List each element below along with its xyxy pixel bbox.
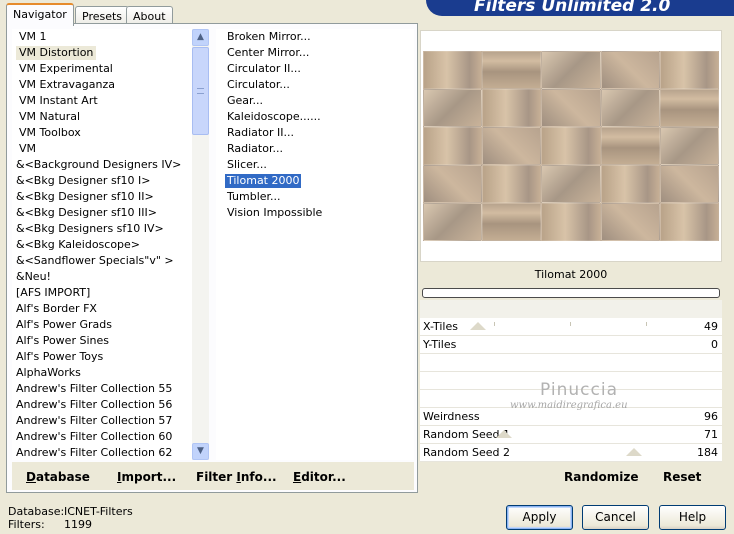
cancel-button[interactable]: Cancel	[582, 505, 649, 530]
filter-item[interactable]: Slicer...	[216, 157, 414, 173]
filter-item[interactable]: Kaleidoscope......	[216, 109, 414, 125]
category-item[interactable]: &<Bkg Designer sf10 III>	[12, 205, 192, 221]
scroll-down-button[interactable]: ▼	[192, 443, 209, 460]
category-item[interactable]: Andrew's Filter Collection 60	[12, 429, 192, 445]
category-item[interactable]: Andrew's Filter Collection 56	[12, 397, 192, 413]
param-value: 71	[704, 428, 718, 441]
category-list[interactable]: VM 1 VM Distortion VM Experimental VM Ex…	[12, 29, 192, 460]
reset-button[interactable]: Reset	[663, 470, 701, 484]
category-item-selected[interactable]: VM Distortion	[12, 45, 192, 61]
param-slider-empty	[420, 354, 722, 372]
editor-button[interactable]: Editor...	[293, 470, 346, 484]
filter-info-button[interactable]: Filter Info...	[196, 470, 277, 484]
param-label: Random Seed 2	[423, 446, 511, 459]
param-label: Weirdness	[423, 410, 480, 423]
param-slider-x-tiles[interactable]: X-Tiles 49	[420, 318, 722, 336]
param-value: 96	[704, 410, 718, 423]
category-item[interactable]: VM	[12, 141, 192, 157]
category-item[interactable]: &<Sandflower Specials"v" >	[12, 253, 192, 269]
randomize-button[interactable]: Randomize	[564, 470, 638, 484]
category-item[interactable]: Andrew's Filter Collection 62	[12, 445, 192, 460]
filter-item-selected[interactable]: Tilomat 2000	[216, 173, 414, 189]
param-label: Y-Tiles	[423, 338, 457, 351]
category-item[interactable]: Andrew's Filter Collection 55	[12, 381, 192, 397]
category-item[interactable]: VM 1	[12, 29, 192, 45]
param-slider-y-tiles[interactable]: Y-Tiles 0	[420, 336, 722, 354]
category-item[interactable]: &<Bkg Designers sf10 IV>	[12, 221, 192, 237]
category-item[interactable]: &<Bkg Designer sf10 II>	[12, 189, 192, 205]
filter-item[interactable]: Vision Impossible	[216, 205, 414, 221]
watermark-name: Pinuccia	[540, 380, 618, 400]
database-value: ICNET-Filters	[64, 505, 133, 518]
category-item[interactable]: VM Toolbox	[12, 125, 192, 141]
category-item[interactable]: VM Experimental	[12, 61, 192, 77]
category-item[interactable]: VM Extravaganza	[12, 77, 192, 93]
help-button[interactable]: Help	[659, 505, 726, 530]
scroll-up-button[interactable]: ▲	[192, 29, 209, 46]
grip-icon	[197, 88, 204, 94]
category-item[interactable]: Alf's Power Sines	[12, 333, 192, 349]
progress-bar	[422, 288, 720, 298]
filters-count: 1199	[64, 518, 92, 531]
param-value: 49	[704, 320, 718, 333]
scroll-thumb[interactable]	[192, 47, 209, 135]
title-banner: Filters Unlimited 2.0	[426, 0, 734, 16]
category-item[interactable]: &<Bkg Designer sf10 I>	[12, 173, 192, 189]
slider-thumb[interactable]	[496, 430, 512, 438]
database-label: Database:	[8, 505, 65, 518]
category-item[interactable]: Alf's Power Toys	[12, 349, 192, 365]
category-item[interactable]: &Neu!	[12, 269, 192, 285]
category-item[interactable]: Andrew's Filter Collection 57	[12, 413, 192, 429]
category-item[interactable]: AlphaWorks	[12, 365, 192, 381]
preview-image	[423, 51, 719, 241]
category-item[interactable]: Alf's Border FX	[12, 301, 192, 317]
preview-frame	[420, 30, 722, 262]
apply-button[interactable]: Apply	[506, 505, 573, 530]
filter-item[interactable]: Gear...	[216, 93, 414, 109]
category-item[interactable]: &<Background Designers IV>	[12, 157, 192, 173]
param-value: 0	[711, 338, 718, 351]
filter-item[interactable]: Tumbler...	[216, 189, 414, 205]
slider-thumb[interactable]	[626, 448, 642, 456]
param-slider-random-seed-1[interactable]: Random Seed 1 71	[420, 426, 722, 444]
tab-navigator[interactable]: Navigator	[6, 3, 74, 26]
filter-name-label: Tilomat 2000	[534, 268, 608, 281]
filter-list[interactable]: Broken Mirror... Center Mirror... Circul…	[216, 29, 414, 460]
navigator-button-bar: Database Import... Filter Info... Editor…	[12, 462, 414, 490]
watermark-site: www.maidiregrafica.eu	[510, 400, 628, 411]
category-item[interactable]: VM Natural	[12, 109, 192, 125]
filter-item[interactable]: Radiator II...	[216, 125, 414, 141]
category-item[interactable]: Alf's Power Grads	[12, 317, 192, 333]
filter-item[interactable]: Circulator II...	[216, 61, 414, 77]
category-scrollbar[interactable]: ▲ ▼	[192, 29, 209, 460]
banner-title: Filters Unlimited 2.0	[474, 0, 671, 16]
status-filters: Filters:	[8, 518, 45, 531]
category-item[interactable]: VM Instant Art	[12, 93, 192, 109]
database-button[interactable]: Database	[26, 470, 90, 484]
param-slider-random-seed-2[interactable]: Random Seed 2 184	[420, 444, 722, 462]
category-item[interactable]: &<Bkg Kaleidoscope>	[12, 237, 192, 253]
preview-button-bar: Randomize Reset	[420, 462, 722, 490]
import-button[interactable]: Import...	[117, 470, 176, 484]
param-value: 184	[697, 446, 718, 459]
filters-label: Filters:	[8, 518, 45, 531]
filter-item[interactable]: Center Mirror...	[216, 45, 414, 61]
slider-thumb[interactable]	[470, 322, 486, 330]
category-item[interactable]: [AFS IMPORT]	[12, 285, 192, 301]
param-label: X-Tiles	[423, 320, 458, 333]
filter-item[interactable]: Circulator...	[216, 77, 414, 93]
filter-item[interactable]: Broken Mirror...	[216, 29, 414, 45]
status-database: Database:	[8, 505, 64, 518]
filter-item[interactable]: Radiator...	[216, 141, 414, 157]
